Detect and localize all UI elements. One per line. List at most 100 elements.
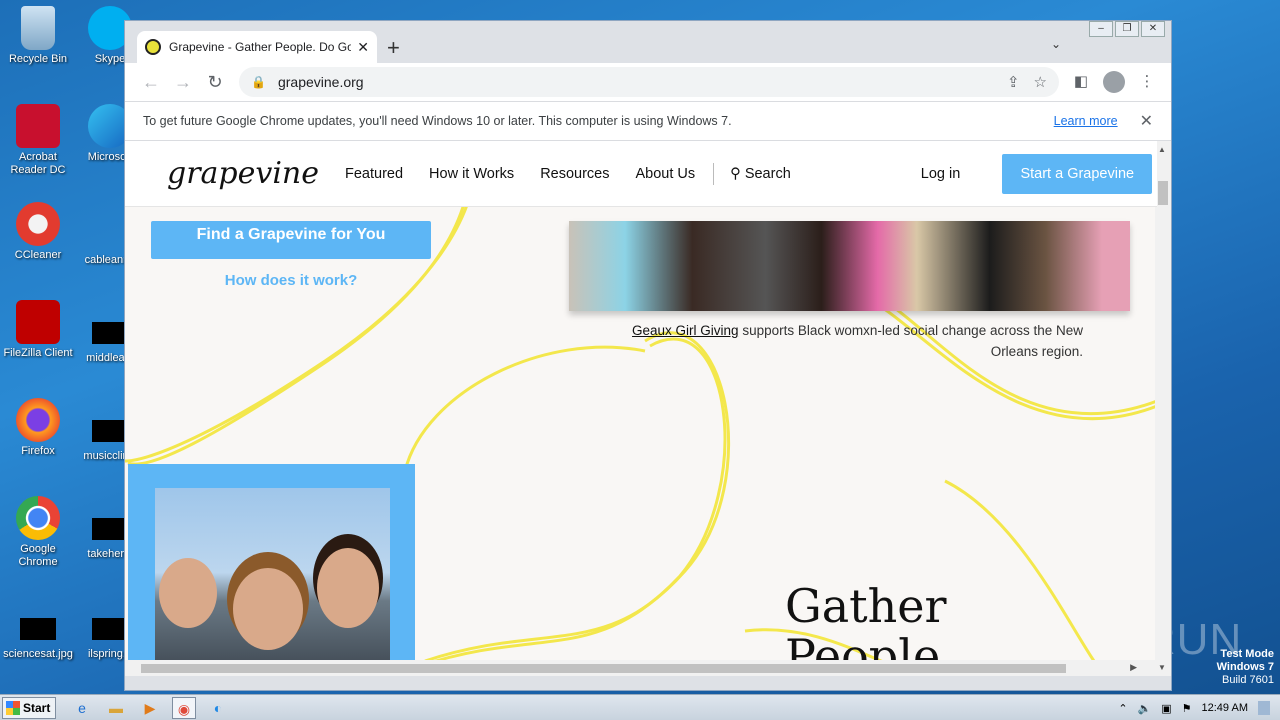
browser-window: – ❐ ✕ Grapevine - Gather People. Do Good… (124, 20, 1172, 691)
tray-expand-icon[interactable]: ⌃ (1118, 702, 1127, 715)
face-3 (317, 548, 379, 628)
desktop-icon-label: Acrobat Reader DC (10, 151, 66, 176)
file-thumbnail-icon (92, 322, 128, 344)
media-player-icon[interactable]: ▶ (138, 697, 162, 719)
internet-explorer-icon[interactable]: e (70, 697, 94, 719)
nav-divider (713, 162, 715, 185)
clock[interactable]: 12:49 AM (1202, 702, 1248, 714)
reload-icon[interactable]: ↻ (199, 66, 231, 98)
tab-close-icon[interactable]: ✕ (357, 39, 369, 56)
file-thumbnail-icon (92, 224, 128, 246)
edge-taskbar-icon[interactable]: ◐ (206, 697, 230, 719)
desktop-icon-sciencesat[interactable]: sciencesat.jpg (0, 606, 76, 661)
find-grapevine-button[interactable]: Find a Grapevine for You (151, 221, 431, 259)
test-mode-watermark: Test Mode Windows 7 Build 7601 (1217, 648, 1274, 687)
desktop-icon-ccleaner[interactable]: CCleaner (0, 202, 76, 262)
recycle-bin-icon (21, 6, 55, 50)
ccleaner-icon (16, 202, 60, 246)
infobar-close-icon[interactable]: ✕ (1140, 111, 1153, 131)
how-does-it-work-link[interactable]: How does it work? (151, 272, 431, 289)
nav-resources[interactable]: Resources (540, 166, 609, 182)
window-controls: – ❐ ✕ (1089, 21, 1165, 37)
browser-tab[interactable]: Grapevine - Gather People. Do Good ✕ (137, 31, 377, 63)
site-search[interactable]: ⚲ Search (730, 166, 791, 182)
file-thumbnail-icon (92, 518, 128, 540)
search-icon: ⚲ (730, 165, 741, 182)
acrobat-icon (16, 104, 60, 148)
explorer-folder-icon[interactable]: ▬ (104, 697, 128, 719)
side-panel-icon[interactable]: ◧ (1069, 70, 1093, 94)
desktop-icon-filezilla[interactable]: FileZilla Client (0, 300, 76, 360)
desktop-icon-firefox[interactable]: Firefox (0, 398, 76, 458)
address-bar[interactable]: 🔒 grapevine.org ⇪ ☆ (239, 67, 1059, 97)
login-link[interactable]: Log in (921, 166, 961, 182)
kebab-menu-icon[interactable]: ⋮ (1135, 70, 1159, 94)
desktop-icon-chrome[interactable]: Google Chrome (0, 496, 76, 569)
firefox-icon (16, 398, 60, 442)
windows-flag-icon (6, 700, 20, 715)
scroll-up-arrow-icon[interactable]: ▲ (1158, 145, 1166, 154)
horizontal-scrollbar[interactable]: ▶ (125, 660, 1157, 676)
taskbar-pinned: e ▬ ▶ ◉ ◐ (70, 696, 230, 719)
maximize-icon[interactable]: ❐ (1115, 21, 1139, 37)
geaux-girl-giving-link[interactable]: Geaux Girl Giving (632, 323, 739, 338)
windows-taskbar: Start e ▬ ▶ ◉ ◐ ⌃ 🔈 ▣ ⚑ 12:49 AM (0, 694, 1280, 720)
grapevine-favicon-icon (145, 39, 161, 55)
nav-about-us[interactable]: About Us (636, 166, 696, 182)
action-center-flag-icon[interactable]: ⚑ (1182, 702, 1192, 715)
desktop-icon-label: CCleaner (14, 249, 62, 261)
headline-line1: Gather (785, 579, 947, 633)
site-nav-links: Featured How it Works Resources About Us (319, 166, 695, 182)
volume-icon[interactable]: 🔈 (1138, 702, 1152, 715)
search-label: Search (744, 165, 791, 182)
desktop-icon-recycle-bin[interactable]: Recycle Bin (0, 6, 76, 66)
file-thumbnail-icon (92, 618, 128, 640)
page-viewport: grapevine Featured How it Works Resource… (125, 141, 1157, 676)
lock-icon[interactable]: 🔒 (251, 75, 266, 89)
profile-avatar-icon[interactable] (1103, 71, 1125, 93)
new-tab-icon[interactable]: + (387, 35, 400, 61)
learn-more-link[interactable]: Learn more (1054, 114, 1118, 128)
url-text[interactable]: grapevine.org (278, 74, 364, 90)
face-2 (233, 568, 303, 650)
network-icon[interactable]: ▣ (1161, 702, 1171, 715)
start-button[interactable]: Start (2, 696, 56, 719)
chrome-icon (16, 496, 60, 540)
file-thumbnail-icon (20, 618, 56, 640)
system-tray: ⌃ 🔈 ▣ ⚑ 12:49 AM (1118, 695, 1280, 720)
scroll-down-arrow-icon[interactable]: ▼ (1158, 663, 1166, 672)
file-thumbnail-icon (92, 420, 128, 442)
nav-featured[interactable]: Featured (345, 166, 403, 182)
browser-toolbar: ← → ↻ 🔒 grapevine.org ⇪ ☆ ◧ ⋮ (125, 63, 1171, 101)
start-label: Start (23, 700, 51, 715)
share-icon[interactable]: ⇪ (1007, 73, 1020, 91)
grapevine-logo[interactable]: grapevine (167, 156, 319, 191)
vertical-scrollbar[interactable]: ▲ ▼ (1155, 141, 1171, 676)
chrome-taskbar-icon[interactable]: ◉ (172, 696, 196, 719)
group-selfie-photo (155, 488, 390, 676)
desktop-icon-label: sciencesat.jpg (3, 648, 73, 660)
nav-how-it-works[interactable]: How it Works (429, 166, 514, 182)
watermark-line2: Windows 7 (1216, 661, 1274, 673)
show-desktop-icon[interactable] (1258, 701, 1270, 715)
desktop-icon-label: Firefox (21, 445, 55, 457)
horizontal-scroll-thumb[interactable] (141, 664, 1066, 673)
tab-search-chevron-down-icon[interactable]: ⌄ (1051, 37, 1061, 51)
desktop-icon-label: Recycle Bin (8, 53, 68, 65)
scroll-right-arrow-icon[interactable]: ▶ (1130, 662, 1137, 673)
face-1 (159, 558, 217, 628)
watermark-line1: Test Mode (1220, 648, 1274, 660)
start-grapevine-button[interactable]: Start a Grapevine (1002, 153, 1153, 194)
desktop-icon-label: FileZilla Client (3, 347, 73, 359)
filezilla-icon (16, 300, 60, 344)
back-arrow-icon[interactable]: ← (135, 66, 167, 98)
vertical-scroll-thumb[interactable] (1158, 181, 1168, 205)
infobar-message: To get future Google Chrome updates, you… (143, 114, 732, 128)
bookmark-star-icon[interactable]: ☆ (1034, 73, 1047, 91)
photo-caption: Geaux Girl Giving supports Black womxn-l… (595, 320, 1083, 362)
minimize-icon[interactable]: – (1089, 21, 1113, 37)
site-navbar: grapevine Featured How it Works Resource… (125, 141, 1157, 207)
close-icon[interactable]: ✕ (1141, 21, 1165, 37)
desktop-icon-acrobat[interactable]: Acrobat Reader DC (0, 104, 76, 177)
forward-arrow-icon[interactable]: → (167, 66, 199, 98)
